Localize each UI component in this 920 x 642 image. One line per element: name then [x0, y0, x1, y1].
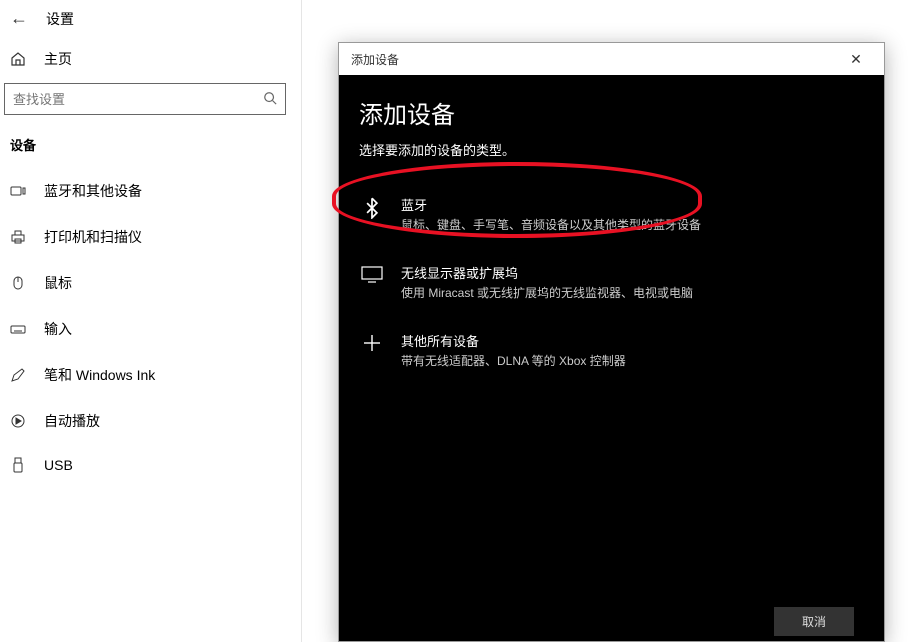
- dialog-body: 添加设备 选择要添加的设备的类型。 蓝牙 鼠标、键盘、手写笔、音频设备以及其他类…: [339, 75, 884, 389]
- search-input[interactable]: [13, 92, 263, 107]
- mouse-icon: [10, 275, 26, 291]
- sidebar-item-usb[interactable]: USB: [0, 444, 301, 486]
- close-icon[interactable]: ✕: [840, 43, 872, 75]
- search-box[interactable]: [4, 83, 286, 115]
- device-title: 无线显示器或扩展坞: [401, 263, 864, 282]
- dialog-footer: 取消: [774, 601, 854, 641]
- pen-icon: [10, 367, 26, 383]
- dialog-titlebar-text: 添加设备: [351, 51, 840, 68]
- sidebar-item-label: 打印机和扫描仪: [44, 227, 142, 247]
- sidebar-item-autoplay[interactable]: 自动播放: [0, 398, 301, 444]
- device-title: 其他所有设备: [401, 331, 864, 350]
- sidebar-item-typing[interactable]: 输入: [0, 306, 301, 352]
- plus-icon: [359, 331, 385, 369]
- device-title: 蓝牙: [401, 195, 864, 214]
- settings-sidebar: ← 设置 主页 设备 蓝牙和其他设备 打印机和扫描仪 鼠标: [0, 0, 302, 642]
- sidebar-item-label: 蓝牙和其他设备: [44, 181, 142, 201]
- bluetooth-icon: [359, 195, 385, 233]
- sidebar-item-mouse[interactable]: 鼠标: [0, 260, 301, 306]
- sidebar-item-label: USB: [44, 457, 73, 473]
- add-device-dialog: 添加设备 ✕ 添加设备 选择要添加的设备的类型。 蓝牙 鼠标、键盘、手写笔、音频…: [338, 42, 885, 642]
- home-icon: [10, 51, 26, 67]
- home-nav-item[interactable]: 主页: [0, 39, 301, 83]
- dialog-heading: 添加设备: [359, 95, 864, 130]
- device-desc: 鼠标、键盘、手写笔、音频设备以及其他类型的蓝牙设备: [401, 216, 864, 233]
- device-option-wireless-display[interactable]: 无线显示器或扩展坞 使用 Miracast 或无线扩展坞的无线监视器、电视或电脑: [359, 253, 864, 321]
- sidebar-item-printers[interactable]: 打印机和扫描仪: [0, 214, 301, 260]
- device-desc: 使用 Miracast 或无线扩展坞的无线监视器、电视或电脑: [401, 284, 864, 301]
- device-texts: 其他所有设备 带有无线适配器、DLNA 等的 Xbox 控制器: [401, 331, 864, 369]
- printer-icon: [10, 229, 26, 245]
- search-icon: [263, 91, 277, 108]
- dialog-titlebar: 添加设备 ✕: [339, 43, 884, 75]
- home-label: 主页: [44, 49, 72, 69]
- sidebar-item-bluetooth[interactable]: 蓝牙和其他设备: [0, 168, 301, 214]
- autoplay-icon: [10, 413, 26, 429]
- cancel-button[interactable]: 取消: [774, 607, 854, 636]
- sidebar-item-label: 自动播放: [44, 411, 100, 431]
- category-title: 设备: [0, 135, 301, 168]
- dialog-subtitle: 选择要添加的设备的类型。: [359, 140, 864, 159]
- sidebar-item-label: 笔和 Windows Ink: [44, 365, 155, 385]
- back-arrow-icon[interactable]: ←: [10, 8, 28, 29]
- header-row: ← 设置: [0, 0, 301, 39]
- settings-label: 设置: [46, 9, 74, 29]
- keyboard-icon: [10, 321, 26, 337]
- sidebar-item-label: 鼠标: [44, 273, 72, 293]
- sidebar-item-label: 输入: [44, 319, 72, 339]
- bluetooth-devices-icon: [10, 183, 26, 199]
- device-texts: 蓝牙 鼠标、键盘、手写笔、音频设备以及其他类型的蓝牙设备: [401, 195, 864, 233]
- device-option-other[interactable]: 其他所有设备 带有无线适配器、DLNA 等的 Xbox 控制器: [359, 321, 864, 389]
- display-icon: [359, 263, 385, 301]
- usb-icon: [10, 457, 26, 473]
- sidebar-item-pen[interactable]: 笔和 Windows Ink: [0, 352, 301, 398]
- device-desc: 带有无线适配器、DLNA 等的 Xbox 控制器: [401, 352, 864, 369]
- device-option-bluetooth[interactable]: 蓝牙 鼠标、键盘、手写笔、音频设备以及其他类型的蓝牙设备: [359, 185, 864, 253]
- device-texts: 无线显示器或扩展坞 使用 Miracast 或无线扩展坞的无线监视器、电视或电脑: [401, 263, 864, 301]
